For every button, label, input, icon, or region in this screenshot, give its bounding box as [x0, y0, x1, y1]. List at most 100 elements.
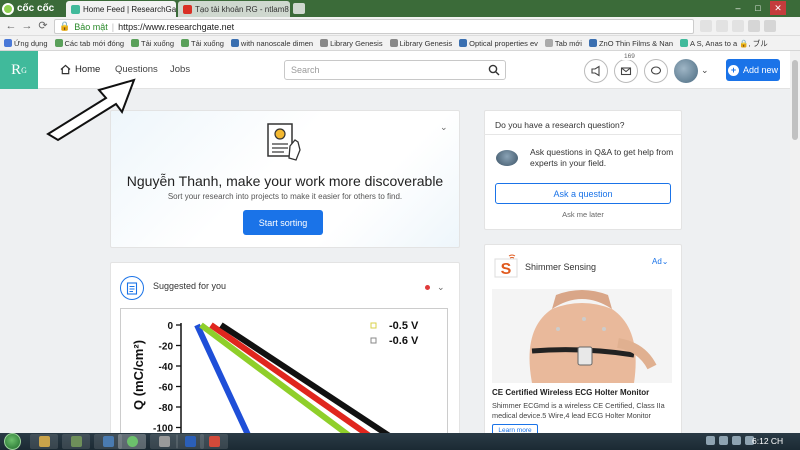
chevron-down-icon: ⌄	[661, 257, 669, 266]
document-hand-icon	[267, 123, 301, 161]
forward-button[interactable]: →	[20, 19, 34, 33]
apps-icon	[4, 39, 12, 47]
mail-icon	[620, 67, 632, 76]
taskbar-app[interactable]	[62, 434, 90, 449]
folder-icon	[38, 436, 50, 447]
bookmark-item[interactable]: Ứng dụng	[4, 39, 48, 48]
hero-title: Nguyễn Thanh, make your work more discov…	[126, 173, 444, 189]
explorer-icon	[70, 436, 82, 447]
shimmer-logo: S	[494, 254, 518, 278]
bookmark-item[interactable]: Optical properties ev	[459, 39, 538, 48]
legend-marker	[370, 337, 377, 344]
security-label: Bảo mật	[74, 21, 108, 32]
chevron-down-icon[interactable]: ⌄	[701, 65, 709, 76]
volume-icon[interactable]	[732, 436, 741, 445]
announcements-button[interactable]	[584, 59, 608, 83]
legend-marker	[370, 322, 377, 329]
history-icon	[54, 39, 63, 47]
minimize-button[interactable]: –	[730, 1, 746, 15]
download-icon[interactable]	[748, 20, 760, 32]
bookmark-item[interactable]: Library Genesis	[320, 39, 383, 48]
messages-button[interactable]	[614, 59, 638, 83]
y-tick-label: 0	[167, 321, 173, 332]
add-new-button[interactable]: + Add new	[726, 59, 780, 81]
ad-description: Shimmer ECGmd is a wireless CE Certified…	[492, 401, 665, 420]
megaphone-icon	[591, 65, 600, 77]
taskbar-clock[interactable]: 6:12 CH	[752, 436, 783, 446]
tab-create-account[interactable]: Tạo tài khoản RG - ntlam8 ✕	[178, 1, 290, 17]
start-button[interactable]	[4, 433, 21, 450]
search-input[interactable]: Search	[284, 60, 506, 80]
scrollbar-thumb[interactable]	[792, 60, 798, 140]
ask-question-button[interactable]: Ask a question	[495, 183, 671, 204]
page-icon	[459, 39, 468, 47]
y-axis-label: Q (mC/cm²)	[131, 340, 146, 410]
chevron-down-icon[interactable]: ⌄	[440, 122, 448, 133]
taskbar-app[interactable]	[150, 434, 178, 449]
taskbar-app-coccoc[interactable]	[118, 434, 146, 449]
user-avatar[interactable]	[674, 59, 698, 83]
bookmark-item[interactable]: Tab mới	[544, 39, 582, 48]
ad-brand-name[interactable]: Shimmer Sensing	[525, 262, 596, 272]
bookmark-item[interactable]: Library Genesis	[389, 39, 452, 48]
adblock-icon[interactable]	[732, 20, 744, 32]
tab-title: Tạo tài khoản RG - ntlam8	[195, 4, 289, 14]
legend-label: -0.6 V	[389, 335, 419, 347]
ad-image[interactable]	[492, 289, 672, 383]
chat-button[interactable]	[644, 59, 668, 83]
coccoc-logo-icon	[2, 2, 14, 15]
document-icon	[120, 276, 144, 300]
url-field[interactable]: 🔒 Bảo mật | https://www.researchgate.net	[54, 19, 694, 34]
bookmarks-bar: Ứng dụng Các tab mới đóng Tải xuống Tải …	[0, 36, 800, 51]
star-icon[interactable]	[700, 20, 712, 32]
ask-me-later-link[interactable]: Ask me later	[484, 210, 682, 219]
extension-icons	[700, 20, 776, 32]
browser-tab-bar: cốc cốc Home Feed | ResearchGat ✕ Tạo tà…	[0, 0, 800, 17]
bookmark-item[interactable]: A S, Anas to a 🔒, ブル	[680, 38, 768, 49]
address-bar: ← → ⟳ 🔒 Bảo mật | https://www.researchga…	[0, 17, 800, 36]
bookmark-item[interactable]: with nanoscale dimen	[230, 39, 313, 48]
series-line	[219, 322, 393, 435]
coccoc-icon	[126, 436, 138, 447]
bookmark-item[interactable]: ZnO Thin Films & Nan	[588, 39, 673, 48]
new-tab-button[interactable]	[293, 3, 305, 14]
libgen-icon	[389, 39, 398, 47]
close-window-button[interactable]: ✕	[770, 1, 786, 15]
flag-icon[interactable]	[706, 436, 715, 445]
chevron-down-icon[interactable]: ⌄	[437, 282, 445, 293]
system-tray	[706, 436, 754, 445]
ad-label[interactable]: Ad⌄	[652, 257, 669, 266]
libgen-icon	[320, 39, 329, 47]
bookmark-item[interactable]: Tải xuống	[180, 39, 224, 48]
ad-title[interactable]: CE Certified Wireless ECG Holter Monitor	[492, 388, 677, 397]
question-card-text: Ask questions in Q&A to get help from ex…	[530, 147, 674, 168]
start-sorting-button[interactable]: Start sorting	[243, 210, 323, 235]
menu-icon[interactable]	[764, 20, 776, 32]
y-tick-label: -80	[159, 403, 174, 414]
doc-icon	[544, 39, 553, 47]
taskbar-app[interactable]	[200, 434, 228, 449]
bookmark-item[interactable]: Các tab mới đóng	[54, 39, 124, 48]
nav-jobs[interactable]: Jobs	[170, 64, 190, 75]
y-tick-label: -60	[159, 383, 174, 394]
legend-label: -0.5 V	[389, 320, 419, 332]
researchgate-logo[interactable]: RG	[0, 51, 38, 89]
hero-subtitle: Sort your research into projects to make…	[167, 192, 403, 201]
search-icon[interactable]	[488, 64, 500, 76]
maximize-button[interactable]: □	[750, 1, 766, 15]
reload-button[interactable]: ⟳	[36, 19, 50, 33]
bookmark-item[interactable]: Tải xuống	[131, 39, 174, 48]
tab-home-feed[interactable]: Home Feed | ResearchGat ✕	[66, 1, 176, 17]
back-button[interactable]: ←	[4, 19, 18, 33]
browser-brand[interactable]: cốc cốc	[2, 0, 54, 17]
suggested-chart[interactable]: Q (mC/cm²) 0 -20 -40 -60 -80 -100 -0.5 V -0.6 …	[120, 308, 448, 436]
notification-count-badge: 169	[622, 53, 637, 60]
chart-svg: Q (mC/cm²) 0-20-40-60-80-100 -0.5 V-0.6 …	[131, 320, 419, 435]
taskbar: 6:12 CH	[0, 433, 800, 450]
chat-bubble-icon	[650, 66, 662, 75]
suggested-label: Suggested for you	[153, 281, 227, 291]
network-icon[interactable]	[719, 436, 728, 445]
translate-icon[interactable]	[716, 20, 728, 32]
taskbar-app[interactable]	[30, 434, 58, 449]
series-line	[209, 322, 373, 435]
